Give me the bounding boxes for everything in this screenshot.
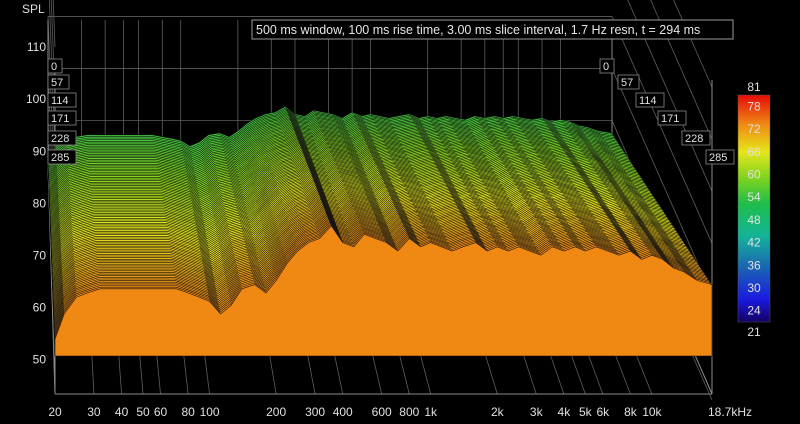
x-tick-label: 60 xyxy=(154,405,168,419)
colorbar-label: 60 xyxy=(747,167,761,181)
time-tick-label: 57 xyxy=(621,77,633,89)
x-tick-label: 100 xyxy=(200,405,220,419)
x-tick-label: 3k xyxy=(530,405,544,419)
x-tick-label: 18.7kHz xyxy=(708,405,752,419)
y-tick-label: 70 xyxy=(33,249,47,263)
x-tick-label: 4k xyxy=(558,405,572,419)
time-tick-label: 171 xyxy=(661,113,679,125)
y-tick-label: 110 xyxy=(27,40,46,54)
y-tick-label: 50 xyxy=(33,353,47,367)
time-tick-label: 0 xyxy=(603,61,609,73)
x-tick-label: 40 xyxy=(115,405,129,419)
time-tick-label: 57 xyxy=(51,77,63,89)
x-tick-label: 1k xyxy=(424,405,438,419)
time-tick-label: 285 xyxy=(51,152,69,164)
time-tick-label: 285 xyxy=(709,152,727,164)
y-axis-label: SPL xyxy=(22,2,45,16)
x-tick-label: 20 xyxy=(48,405,62,419)
time-tick-label: 114 xyxy=(51,95,69,107)
colorbar-label: 36 xyxy=(747,258,761,272)
colorbar-label: 24 xyxy=(747,304,761,318)
x-tick-label: 10k xyxy=(642,405,662,419)
colorbar-label: 66 xyxy=(747,145,761,159)
colorbar-label: 72 xyxy=(747,122,761,136)
color-scale: 78 72 66 60 54 48 42 36 30 24 81 21 xyxy=(737,80,771,339)
time-tick-label: 228 xyxy=(51,133,69,145)
waterfall-svg: 20 30 40 50 60 80 100 200 300 400 600 800 1k 2k 3k 4k 5k… xyxy=(22,0,771,419)
colorbar-label: 54 xyxy=(747,190,761,204)
time-tick-label: 171 xyxy=(51,113,69,125)
colorbar-max-label: 81 xyxy=(747,80,761,94)
y-tick-label: 100 xyxy=(26,92,46,106)
waterfall-surface xyxy=(47,106,713,357)
x-tick-label: 30 xyxy=(87,405,101,419)
x-tick-label: 2k xyxy=(491,405,505,419)
y-tick-label: 60 xyxy=(33,301,47,315)
colorbar-label: 30 xyxy=(747,281,761,295)
x-tick-label: 200 xyxy=(266,405,286,419)
x-tick-label: 600 xyxy=(372,405,392,419)
colorbar-label: 48 xyxy=(747,213,761,227)
grid-line-wall xyxy=(673,0,713,88)
x-tick-label: 400 xyxy=(333,405,353,419)
x-tick-label: 5k xyxy=(579,405,593,419)
info-text: 500 ms window, 100 ms rise time, 3.00 ms… xyxy=(256,23,700,37)
x-tick-label: 80 xyxy=(181,405,195,419)
x-tick-label: 50 xyxy=(136,405,150,419)
time-tick-label: 0 xyxy=(51,61,57,73)
x-tick-label: 800 xyxy=(399,405,419,419)
y-tick-label: 90 xyxy=(33,144,47,158)
time-tick-label: 114 xyxy=(639,95,657,107)
x-tick-label: 300 xyxy=(305,405,325,419)
colorbar-min-label: 21 xyxy=(747,325,761,339)
colorbar-label: 78 xyxy=(747,99,761,113)
time-tick-label: 228 xyxy=(685,133,703,145)
waterfall-chart: 20 30 40 50 60 80 100 200 300 400 600 800 1k 2k 3k 4k 5k… xyxy=(0,0,800,424)
y-tick-label: 80 xyxy=(33,196,47,210)
x-tick-label: 8k xyxy=(624,405,638,419)
colorbar-label: 42 xyxy=(747,236,761,250)
x-tick-label: 6k xyxy=(596,405,610,419)
